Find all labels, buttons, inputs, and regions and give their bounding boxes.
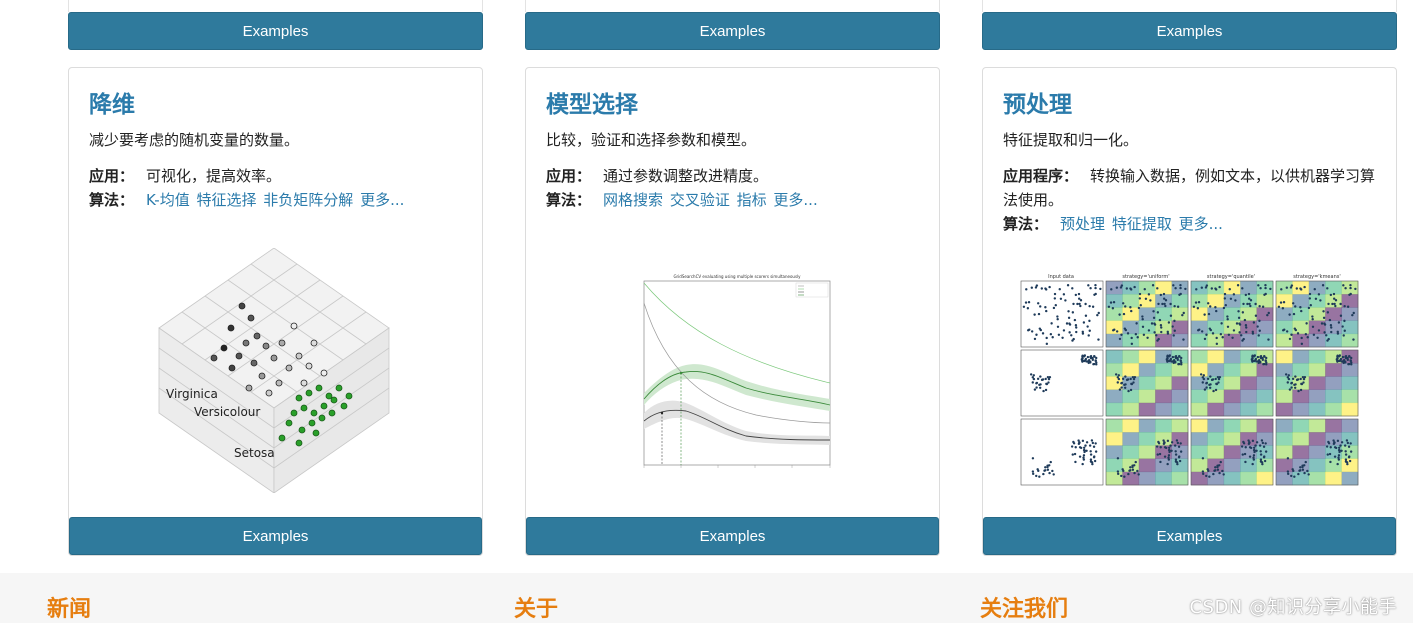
- discretized-panel: [1275, 349, 1359, 417]
- algorithms-label: 算法：: [546, 191, 592, 209]
- input-data-panel: [1020, 349, 1104, 417]
- previous-card-edge: [982, 0, 1397, 12]
- applications-label: 应用：: [546, 167, 592, 185]
- page: Examples 降维 减少要考虑的随机变量的数量。 应用： 可视化，提高效率。 …: [0, 0, 1413, 623]
- link-preprocessing[interactable]: 预处理: [1060, 215, 1105, 233]
- applications-text: 通过参数调整改进精度。: [603, 167, 769, 185]
- discretized-panel: [1275, 418, 1359, 486]
- card-title[interactable]: 模型选择: [546, 90, 919, 120]
- card-description: 比较，验证和选择参数和模型。: [546, 131, 757, 149]
- panel-title-kmeans: strategy='kmeans': [1293, 274, 1340, 280]
- card-description: 特征提取和归一化。: [1003, 131, 1139, 149]
- link-cross-validation[interactable]: 交叉验证: [670, 191, 730, 209]
- applications-line: 应用程序： 转换输入数据，例如文本，以供机器学习算法使用。: [1003, 164, 1376, 212]
- link-more[interactable]: 更多...: [1179, 215, 1223, 233]
- link-feature-selection[interactable]: 特征选择: [196, 191, 256, 209]
- footer-follow-heading[interactable]: 关注我们: [980, 591, 1068, 623]
- card-preprocessing: 预处理 特征提取和归一化。 应用程序： 转换输入数据，例如文本，以供机器学习算法使…: [982, 67, 1397, 556]
- applications-text: 可视化，提高效率。: [146, 167, 282, 185]
- csdn-watermark: CSDN @知识分享小能手: [1189, 597, 1397, 618]
- algorithms-label: 算法：: [89, 191, 135, 209]
- pca-3d-scatter-figure[interactable]: Virginica Versicolour Setosa: [154, 248, 394, 493]
- examples-button-bottom[interactable]: Examples: [983, 517, 1396, 555]
- discretized-panel: [1105, 349, 1189, 417]
- applications-label: 应用：: [89, 167, 135, 185]
- examples-button-top[interactable]: Examples: [68, 12, 483, 50]
- discretized-panel: [1105, 418, 1189, 486]
- panel-title-quantile: strategy='quantile': [1207, 274, 1255, 280]
- examples-button-top[interactable]: Examples: [982, 12, 1397, 50]
- column-model-selection: Examples 模型选择 比较，验证和选择参数和模型。 应用： 通过参数调整改进…: [525, 0, 940, 556]
- panel-title-input: Input data: [1048, 274, 1074, 280]
- discretized-panel: [1105, 280, 1189, 348]
- gridsearch-multimetric-figure[interactable]: GridSearchCV evaluating using multiple s…: [626, 273, 836, 501]
- card-title[interactable]: 降维: [89, 90, 462, 120]
- discretized-panel: [1190, 280, 1274, 348]
- link-grid-search[interactable]: 网格搜索: [603, 191, 663, 209]
- examples-button-bottom[interactable]: Examples: [526, 517, 939, 555]
- card-title[interactable]: 预处理: [1003, 90, 1376, 120]
- card-description: 减少要考虑的随机变量的数量。: [89, 131, 300, 149]
- figure-title: GridSearchCV evaluating using multiple s…: [673, 274, 801, 279]
- examples-button-top[interactable]: Examples: [525, 12, 940, 50]
- discretized-panel: [1275, 280, 1359, 348]
- applications-line: 应用： 可视化，提高效率。: [89, 164, 462, 188]
- link-metrics[interactable]: 指标: [737, 191, 767, 209]
- link-nmf[interactable]: 非负矩阵分解: [263, 191, 353, 209]
- applications-label: 应用程序：: [1003, 167, 1079, 185]
- card-dimensionality-reduction: 降维 减少要考虑的随机变量的数量。 应用： 可视化，提高效率。 算法： K-均值 特…: [68, 67, 483, 556]
- column-preprocessing: Examples 预处理 特征提取和归一化。 应用程序： 转换输入数据，例如文本，…: [982, 0, 1397, 556]
- link-more[interactable]: 更多...: [360, 191, 404, 209]
- column-dimensionality-reduction: Examples 降维 减少要考虑的随机变量的数量。 应用： 可视化，提高效率。 …: [68, 0, 483, 556]
- algorithms-line: 算法： K-均值 特征选择 非负矩阵分解 更多...: [89, 188, 462, 212]
- link-more[interactable]: 更多...: [773, 191, 817, 209]
- input-data-panel: [1020, 280, 1104, 348]
- previous-card-edge: [525, 0, 940, 12]
- discretized-panel: [1190, 418, 1274, 486]
- footer-news-heading[interactable]: 新闻: [47, 591, 91, 623]
- panel-title-uniform: strategy='uniform': [1122, 274, 1169, 280]
- algorithms-line: 算法： 网格搜索 交叉验证 指标 更多...: [546, 188, 919, 212]
- label-setosa: Setosa: [234, 446, 275, 460]
- examples-button-bottom[interactable]: Examples: [69, 517, 482, 555]
- card-model-selection: 模型选择 比较，验证和选择参数和模型。 应用： 通过参数调整改进精度。 算法： 网格…: [525, 67, 940, 556]
- algorithms-line: 算法： 预处理 特征提取 更多...: [1003, 212, 1376, 236]
- input-data-panel: [1020, 418, 1104, 486]
- label-versicolour: Versicolour: [194, 405, 260, 419]
- previous-card-edge: [68, 0, 483, 12]
- footer-about-heading[interactable]: 关于: [514, 591, 558, 623]
- discretized-panel: [1190, 349, 1274, 417]
- link-kmeans[interactable]: K-均值: [146, 191, 190, 209]
- applications-line: 应用： 通过参数调整改进精度。: [546, 164, 919, 188]
- algorithms-label: 算法：: [1003, 215, 1049, 233]
- label-virginica: Virginica: [166, 387, 218, 401]
- link-feature-extraction[interactable]: 特征提取: [1112, 215, 1172, 233]
- footer: 新闻 关于 关注我们 CSDN @知识分享小能手: [0, 573, 1413, 623]
- kbins-discretizer-figure[interactable]: Input data strategy='uniform' strategy='…: [1020, 273, 1362, 489]
